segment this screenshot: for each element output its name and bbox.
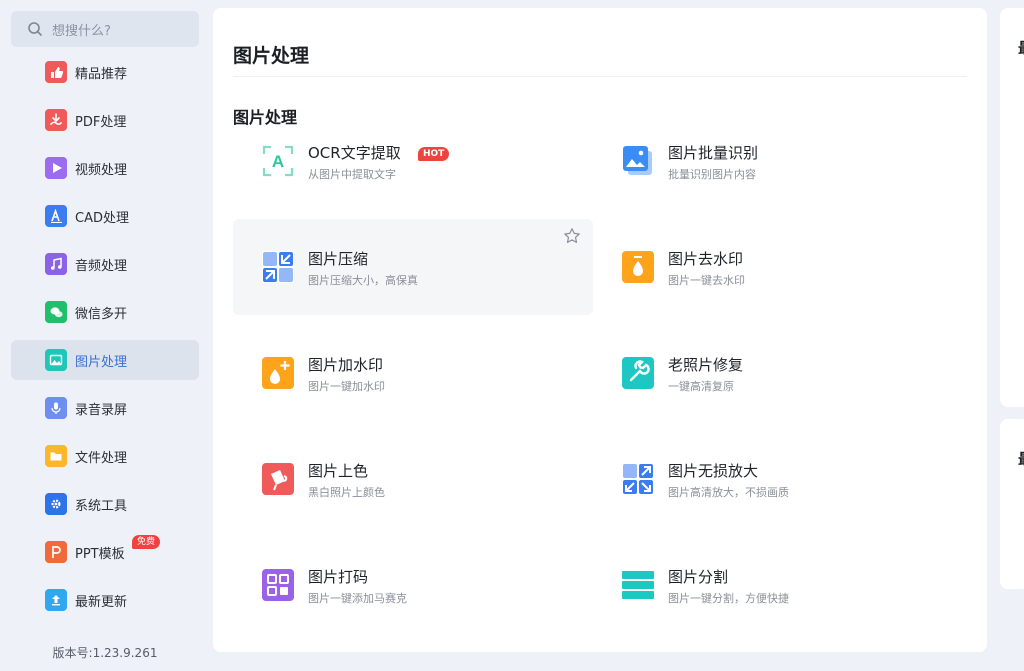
tool-description: 黑白照片上颜色 xyxy=(308,486,385,499)
tool-card[interactable]: 老照片修复一键高清复原 xyxy=(593,325,953,421)
tool-description: 图片一键添加马赛克 xyxy=(308,592,407,605)
sidebar-item[interactable]: 系统工具 xyxy=(11,484,199,524)
compress-icon xyxy=(262,251,294,283)
hot-badge: HOT xyxy=(418,147,450,161)
sidebar-item[interactable]: 精品推荐 xyxy=(11,52,199,92)
right-card-bottom: 最 xyxy=(1000,419,1024,589)
sidebar-item[interactable]: 微信多开 xyxy=(11,292,199,332)
thumbs-up-icon xyxy=(45,61,67,83)
version-label: 版本号:1.23.9.261 xyxy=(52,646,158,660)
sidebar-item-label: 系统工具 xyxy=(75,498,128,514)
search-icon xyxy=(28,22,42,36)
search-input[interactable]: 想搜什么? xyxy=(11,11,199,47)
tool-name: 图片批量识别 xyxy=(668,144,759,162)
enlarge-icon xyxy=(622,463,654,495)
tool-card[interactable]: 图片去水印图片一键去水印 xyxy=(593,219,953,315)
tool-description: 图片一键分割，方便快捷 xyxy=(668,592,789,605)
sidebar-item-label: 音频处理 xyxy=(75,258,128,274)
tool-name: 老照片修复 xyxy=(668,356,744,374)
search-placeholder: 想搜什么? xyxy=(52,23,111,39)
tool-description: 从图片中提取文字 xyxy=(308,168,396,181)
tool-card[interactable]: 图片无损放大图片高清放大，不损画质 xyxy=(593,431,953,527)
main-panel: 图片处理 图片处理 A OCR文字提取 从图片中提取文字 HOT 图片批量识别 批量识别图… xyxy=(213,8,987,652)
cad-icon xyxy=(45,205,67,227)
sidebar-item-label: 微信多开 xyxy=(75,306,128,322)
tool-name: 图片加水印 xyxy=(308,356,384,374)
tool-name: 图片压缩 xyxy=(308,250,369,268)
music-icon xyxy=(45,253,67,275)
sidebar-item[interactable]: 图片处理 xyxy=(11,340,199,380)
add-watermark-icon xyxy=(262,357,294,389)
split-icon xyxy=(622,569,654,601)
svg-text:A: A xyxy=(272,152,284,171)
tool-card[interactable]: 图片批量识别批量识别图片内容 xyxy=(593,113,953,209)
folder-icon xyxy=(45,445,67,467)
mosaic-icon xyxy=(262,569,294,601)
tool-grid: A OCR文字提取 从图片中提取文字 HOT 图片批量识别 批量识别图片内容 图片压缩 图片压… xyxy=(233,144,973,652)
free-badge: 免费 xyxy=(132,535,161,549)
right-card-title: 最 xyxy=(1018,448,1024,469)
right-card-top: 最 xyxy=(1000,8,1024,407)
tool-card[interactable]: 图片压缩图片压缩大小，高保真 xyxy=(233,219,593,315)
title-divider xyxy=(233,76,967,77)
tool-card[interactable]: 图片上色黑白照片上颜色 xyxy=(233,431,593,527)
tool-description: 一键高清复原 xyxy=(668,380,734,393)
tool-description: 批量识别图片内容 xyxy=(668,168,756,181)
tool-description: 图片压缩大小，高保真 xyxy=(308,274,418,287)
update-icon xyxy=(45,589,67,611)
wechat-icon xyxy=(45,301,67,323)
sidebar-item-label: 文件处理 xyxy=(75,450,128,466)
sidebar: 想搜什么? 精品推荐 PDF处理视频处理 CAD处理音频处理微信多开图片处理录音录屏… xyxy=(0,0,210,671)
sidebar-item-label: 录音录屏 xyxy=(75,402,128,418)
tool-card[interactable]: 图片打码图片一键添加马赛克 xyxy=(233,537,593,633)
sidebar-item[interactable]: PDF处理 xyxy=(11,100,199,140)
batch-image-icon xyxy=(622,145,654,177)
ppt-icon xyxy=(45,541,67,563)
tool-name: 图片去水印 xyxy=(668,250,744,268)
repair-icon xyxy=(622,357,654,389)
sidebar-nav: 精品推荐 PDF处理视频处理 CAD处理音频处理微信多开图片处理录音录屏文件处理系统… xyxy=(11,52,199,628)
play-icon xyxy=(45,157,67,179)
tool-description: 图片一键去水印 xyxy=(668,274,745,287)
tool-card[interactable]: A OCR文字提取从图片中提取文字 HOT xyxy=(233,113,593,209)
image-icon xyxy=(45,349,67,371)
tool-name: OCR文字提取 xyxy=(308,144,401,162)
pdf-icon xyxy=(45,109,67,131)
tool-card[interactable]: 图片加水印图片一键加水印 xyxy=(233,325,593,421)
tool-name: 图片上色 xyxy=(308,462,369,480)
favorite-star-icon[interactable] xyxy=(563,227,581,245)
sidebar-item[interactable]: 文件处理 xyxy=(11,436,199,476)
sidebar-item[interactable]: CAD处理 xyxy=(11,196,199,236)
right-card-title: 最 xyxy=(1018,37,1024,58)
sidebar-item-label: PDF处理 xyxy=(75,114,127,130)
sidebar-item-label: 视频处理 xyxy=(75,162,128,178)
sidebar-item-label: PPT模板 xyxy=(75,546,125,562)
tool-card[interactable]: 图片分割图片一键分割，方便快捷 xyxy=(593,537,953,633)
sidebar-item[interactable]: 录音录屏 xyxy=(11,388,199,428)
sidebar-item-label: 最新更新 xyxy=(75,594,128,610)
ocr-icon: A xyxy=(262,145,294,177)
colorize-icon xyxy=(262,463,294,495)
remove-watermark-icon xyxy=(622,251,654,283)
sidebar-item-label: 精品推荐 xyxy=(75,66,128,82)
sidebar-item-label: 图片处理 xyxy=(75,354,128,370)
tool-name: 图片无损放大 xyxy=(668,462,759,480)
sidebar-item[interactable]: 视频处理 xyxy=(11,148,199,188)
tool-name: 图片打码 xyxy=(308,568,369,586)
microphone-icon xyxy=(45,397,67,419)
page-title: 图片处理 xyxy=(233,45,310,67)
sidebar-item-label: CAD处理 xyxy=(75,210,129,226)
tool-name: 图片分割 xyxy=(668,568,729,586)
gear-icon xyxy=(45,493,67,515)
tool-description: 图片一键加水印 xyxy=(308,380,385,393)
sidebar-item[interactable]: PPT模板 免费 xyxy=(11,532,199,572)
tool-description: 图片高清放大，不损画质 xyxy=(668,486,789,499)
sidebar-item[interactable]: 最新更新 xyxy=(11,580,199,620)
sidebar-item[interactable]: 音频处理 xyxy=(11,244,199,284)
